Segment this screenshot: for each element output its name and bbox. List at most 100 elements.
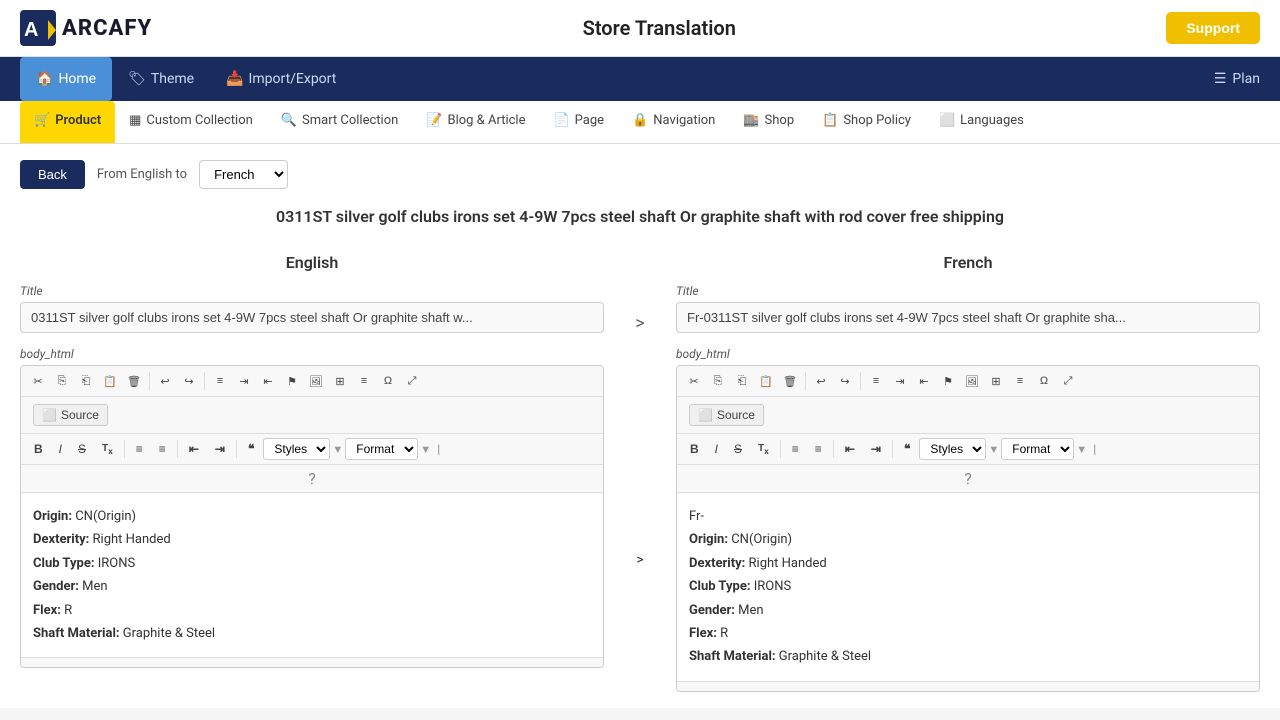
nav-icon: 🔒 (632, 113, 648, 128)
arrow-column: > > (628, 253, 652, 568)
shop-icon: 🏬 (743, 113, 759, 128)
italic-btn-en[interactable]: I (52, 439, 69, 459)
table-btn-fr[interactable]: ⊞ (985, 370, 1007, 392)
italic-btn-fr[interactable]: I (708, 439, 725, 459)
nav-plan[interactable]: ☰ Plan (1214, 57, 1260, 101)
blog-icon: 📝 (426, 113, 442, 128)
paste-btn-fr[interactable]: ⎗ (731, 370, 753, 392)
cut-btn[interactable]: ✂ (27, 370, 49, 392)
nav-item-theme[interactable]: 🏷 Theme (112, 57, 210, 101)
align-btn[interactable]: ≡ (353, 370, 375, 392)
increase-indent-en[interactable]: ⇥ (208, 439, 232, 459)
expand-btn[interactable]: ⤢ (401, 370, 423, 392)
tab-navigation[interactable]: 🔒 Navigation (618, 101, 729, 143)
tab-blog-label: Blog & Article (447, 113, 525, 128)
nav-item-home[interactable]: 🏠 Home (20, 57, 112, 101)
english-editor-footer (21, 657, 603, 667)
source-button-fr[interactable]: ⬜ Source (689, 404, 764, 426)
fr-prefix: Fr- (689, 505, 1247, 528)
strike-btn-en[interactable]: S (71, 439, 93, 459)
strike-btn-fr[interactable]: S (727, 439, 749, 459)
copy-btn[interactable]: ⎘ (51, 370, 73, 392)
outdent-btn[interactable]: ⇤ (257, 370, 279, 392)
format-btn-fr[interactable]: ≡ (865, 370, 887, 392)
decrease-indent-fr[interactable]: ⇤ (838, 439, 862, 459)
image-btn[interactable]: 🖼 (305, 370, 327, 392)
undo-btn[interactable]: ↩ (154, 370, 176, 392)
source-button[interactable]: ⬜ Source (33, 404, 108, 426)
delete-btn-fr[interactable]: 🗑 (779, 370, 801, 392)
tab-languages[interactable]: ⬜ Languages (925, 101, 1038, 143)
blockquote-btn-en[interactable]: ❝ (241, 439, 261, 459)
format-select-en[interactable]: Format (345, 438, 418, 460)
bold-btn-fr[interactable]: B (683, 439, 706, 459)
language-select[interactable]: French Spanish German Italian (199, 160, 288, 189)
back-button[interactable]: Back (20, 160, 85, 189)
styles-select-en[interactable]: Styles (263, 438, 330, 460)
english-title-input[interactable] (20, 302, 604, 333)
styles-arrow-fr: ▼ (988, 443, 999, 456)
undo-btn-fr[interactable]: ↩ (810, 370, 832, 392)
tab-product[interactable]: 🛒 Product (20, 101, 115, 143)
ul-btn-en[interactable]: ≡ (152, 439, 173, 459)
delete-btn[interactable]: 🗑 (123, 370, 145, 392)
title-arrow: > (628, 293, 652, 334)
french-editor-body[interactable]: Fr- Origin: CN(Origin) Dexterity: Right … (677, 493, 1259, 681)
copy-btn-fr[interactable]: ⎘ (707, 370, 729, 392)
body-line-1-en: Origin: CN(Origin) (33, 505, 591, 528)
flag-btn-fr[interactable]: ⚑ (937, 370, 959, 392)
omega-btn[interactable]: Ω (377, 370, 399, 392)
flag-btn[interactable]: ⚑ (281, 370, 303, 392)
expand-btn-fr[interactable]: ⤢ (1057, 370, 1079, 392)
tab-custom-collection[interactable]: ▦ Custom Collection (115, 101, 267, 143)
english-body-label: body_html (20, 347, 604, 361)
redo-btn[interactable]: ↪ (178, 370, 200, 392)
tab-shop-policy[interactable]: 📋 Shop Policy (808, 101, 925, 143)
tab-blog-article[interactable]: 📝 Blog & Article (412, 101, 539, 143)
home-icon: 🏠 (36, 71, 53, 87)
paste-text-btn-fr[interactable]: 📋 (755, 370, 777, 392)
outdent-btn-fr[interactable]: ⇤ (913, 370, 935, 392)
bold-btn-en[interactable]: B (27, 439, 50, 459)
format-select-fr[interactable]: Format (1001, 438, 1074, 460)
indent-btn[interactable]: ⇥ (233, 370, 255, 392)
divider2 (204, 372, 205, 390)
ul-btn-fr[interactable]: ≡ (808, 439, 829, 459)
indent-btn-fr[interactable]: ⇥ (889, 370, 911, 392)
ol-btn-fr[interactable]: ≡ (785, 439, 806, 459)
translation-panels: English Title body_html ✂ ⎘ ⎗ 📋 🗑 ↩ ↪ ≡ (20, 253, 1260, 692)
ol-btn-en[interactable]: ≡ (129, 439, 150, 459)
body-line-4-fr: Gender: Men (689, 599, 1247, 622)
paste-text-btn[interactable]: 📋 (99, 370, 121, 392)
nav-item-import-export[interactable]: 📥 Import/Export (210, 57, 352, 101)
sub-btn-en[interactable]: Tx (95, 440, 120, 459)
align-btn-fr[interactable]: ≡ (1009, 370, 1031, 392)
increase-indent-fr[interactable]: ⇥ (864, 439, 888, 459)
french-body-label: body_html (676, 347, 1260, 361)
decrease-indent-en[interactable]: ⇤ (182, 439, 206, 459)
sub-btn-fr[interactable]: Tx (751, 440, 776, 459)
omega-btn-fr[interactable]: Ω (1033, 370, 1055, 392)
paste-btn[interactable]: ⎗ (75, 370, 97, 392)
divider2-fr (860, 372, 861, 390)
nav-bar: 🏠 Home 🏷 Theme 📥 Import/Export ☰ Plan (0, 57, 1280, 101)
cut-btn-fr[interactable]: ✂ (683, 370, 705, 392)
french-title-input[interactable] (676, 302, 1260, 333)
tab-shop-label: Shop (765, 113, 795, 128)
nav-item-theme-label: Theme (151, 71, 194, 87)
image-btn-fr[interactable]: 🖼 (961, 370, 983, 392)
blockquote-btn-fr[interactable]: ❝ (897, 439, 917, 459)
english-toolbar-top: ✂ ⎘ ⎗ 📋 🗑 ↩ ↪ ≡ ⇥ ⇤ ⚑ 🖼 ⊞ ≡ Ω (21, 366, 603, 397)
tab-page-label: Page (575, 113, 604, 128)
tab-shop[interactable]: 🏬 Shop (729, 101, 808, 143)
support-button[interactable]: Support (1166, 12, 1260, 44)
redo-btn-fr[interactable]: ↪ (834, 370, 856, 392)
format-btn[interactable]: ≡ (209, 370, 231, 392)
styles-select-fr[interactable]: Styles (919, 438, 986, 460)
english-editor-body[interactable]: Origin: CN(Origin) Dexterity: Right Hand… (21, 493, 603, 657)
tab-smart-collection[interactable]: 🔍 Smart Collection (267, 101, 412, 143)
tab-page[interactable]: 📄 Page (539, 101, 618, 143)
body-line-5-en: Flex: R (33, 599, 591, 622)
table-btn[interactable]: ⊞ (329, 370, 351, 392)
english-format-toolbar: B I S Tx ≡ ≡ ⇤ ⇥ ❝ Styles ▼ (21, 434, 603, 465)
